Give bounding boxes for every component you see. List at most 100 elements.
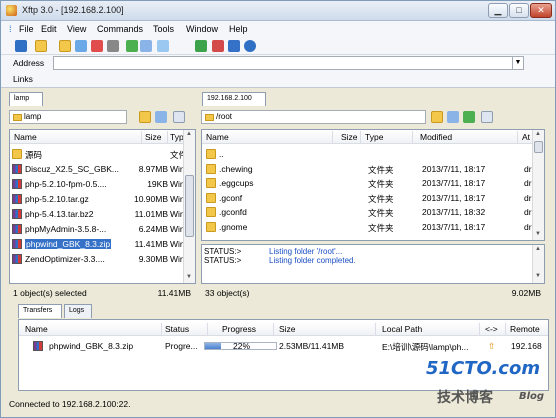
remote-sync-icon[interactable]: [463, 111, 475, 123]
check-icon[interactable]: [126, 40, 138, 52]
list-item[interactable]: 源码 文件: [12, 147, 187, 162]
menu-window[interactable]: Window: [186, 24, 218, 34]
view-icon[interactable]: [157, 40, 169, 52]
transfer-row[interactable]: phpwind_GBK_8.3.zip Progre... 22% 2.53MB…: [33, 339, 543, 354]
local-folder-up-icon[interactable]: [139, 111, 151, 123]
menu-tools[interactable]: Tools: [153, 24, 174, 34]
list-item[interactable]: php-5.2.10-fpm-0.5.... 19KB Win: [12, 177, 185, 192]
transfer-progress-label: 22%: [233, 341, 251, 351]
col-type[interactable]: Typ: [170, 132, 184, 142]
delete-icon[interactable]: [107, 40, 119, 52]
col-type[interactable]: Type: [365, 132, 383, 142]
menu-file[interactable]: File: [19, 24, 34, 34]
local-scrollbar[interactable]: ▲ ▼: [183, 130, 195, 283]
list-item[interactable]: .gconf 文件夹 2013/7/11, 18:17 dr: [206, 191, 532, 206]
col-progress[interactable]: Progress: [222, 324, 256, 334]
list-item[interactable]: Discuz_X2.5_SC_GBK... 8.97MB Win: [12, 162, 185, 177]
remote-path-text: /root: [216, 112, 233, 121]
address-bar: Address ▼: [1, 55, 555, 71]
col-name[interactable]: Name: [14, 132, 37, 142]
transfer-icon[interactable]: [195, 40, 207, 52]
stop-icon[interactable]: [91, 40, 103, 52]
transfer-list: Name Status Progress Size Local Path <->…: [18, 319, 549, 391]
col-name[interactable]: Name: [206, 132, 229, 142]
remote-list-header: Name Size Type Modified At: [202, 130, 532, 144]
list-item[interactable]: .gconfd 文件夹 2013/7/11, 18:32 dr: [206, 205, 532, 220]
local-view-menu-icon[interactable]: [173, 111, 185, 123]
minimize-button[interactable]: ▁: [488, 3, 508, 18]
list-item[interactable]: .eggcups 文件夹 2013/7/11, 18:17 dr: [206, 176, 532, 191]
col-local-path[interactable]: Local Path: [382, 324, 422, 334]
remote-folder-up-icon[interactable]: [431, 111, 443, 123]
menu-help[interactable]: Help: [229, 24, 248, 34]
address-input[interactable]: [53, 56, 513, 70]
zip-icon: [12, 254, 22, 264]
refresh-icon[interactable]: [75, 40, 87, 52]
sync-icon[interactable]: [228, 40, 240, 52]
col-size[interactable]: Size: [145, 132, 162, 142]
col-modified[interactable]: Modified: [420, 132, 452, 142]
watermark-blog: Blog: [519, 391, 545, 402]
col-size[interactable]: Size: [341, 132, 358, 142]
remote-scrollbar[interactable]: ▲ ▼: [532, 130, 544, 240]
file-size: 11.01MB: [134, 209, 168, 219]
menu-commands[interactable]: Commands: [97, 24, 143, 34]
local-path-text: lamp: [24, 112, 42, 121]
remote-file-list: Name Size Type Modified At .. .chewing 文件夹…: [201, 129, 545, 241]
list-item[interactable]: .chewing 文件夹 2013/7/11, 18:17 dr: [206, 162, 532, 177]
local-scroll-thumb[interactable]: [185, 175, 194, 237]
list-item[interactable]: ..: [206, 147, 532, 162]
col-size[interactable]: Size: [279, 324, 296, 334]
links-label: Links: [13, 74, 33, 84]
file-name: .gnome: [219, 221, 248, 232]
list-item[interactable]: phpwind_GBK_8.3.zip 11.41MB Win: [12, 237, 185, 252]
file-name: phpwind_GBK_8.3.zip: [25, 239, 112, 249]
folder-icon: [206, 192, 216, 203]
tab-remote[interactable]: 192.168.2.100: [202, 92, 266, 106]
menu-edit[interactable]: Edit: [41, 24, 57, 34]
remote-scroll-thumb[interactable]: [534, 141, 543, 153]
remote-refresh-icon[interactable]: [447, 111, 459, 123]
help-icon[interactable]: [244, 40, 256, 52]
list-item[interactable]: php-5.4.13.tar.bz2 11.01MB Win: [12, 207, 185, 222]
file-modified: 2013/7/11, 18:17: [422, 221, 486, 232]
remote-view-menu-icon[interactable]: [481, 111, 493, 123]
folder-icon: [13, 114, 22, 121]
col-status[interactable]: Status: [165, 324, 189, 334]
log-scrollbar[interactable]: ▲ ▼: [532, 245, 544, 283]
list-item[interactable]: phpMyAdmin-3.5.8-... 6.24MB Win: [12, 222, 185, 237]
col-name[interactable]: Name: [25, 324, 48, 334]
col-direction[interactable]: <->: [485, 324, 498, 334]
open-folder-icon[interactable]: [35, 40, 47, 52]
file-type: 文件夹: [368, 222, 394, 233]
folder-up-icon[interactable]: [59, 40, 71, 52]
maximize-button[interactable]: □: [509, 3, 529, 18]
tab-local[interactable]: lamp: [9, 92, 43, 106]
transfer-remote: 192.168: [511, 341, 542, 351]
file-name: ..: [219, 149, 224, 159]
zip-icon: [12, 179, 22, 189]
xshell-icon[interactable]: [212, 40, 224, 52]
tab-transfers[interactable]: Transfers: [18, 304, 62, 318]
file-name: 源码: [25, 150, 43, 160]
tab-logs[interactable]: Logs: [64, 304, 92, 318]
local-path-field[interactable]: lamp: [9, 110, 127, 124]
col-attributes[interactable]: At: [522, 132, 530, 142]
new-session-icon[interactable]: [15, 40, 27, 52]
address-label: Address: [13, 58, 45, 68]
zip-icon: [12, 224, 22, 234]
file-size: 6.24MB: [138, 224, 168, 234]
remote-path-field[interactable]: /root: [201, 110, 426, 124]
list-item[interactable]: .gnome 文件夹 2013/7/11, 18:17 dr: [206, 220, 532, 235]
properties-icon[interactable]: [140, 40, 152, 52]
col-remote[interactable]: Remote: [510, 324, 540, 334]
close-button[interactable]: ✕: [530, 3, 552, 18]
menu-view[interactable]: View: [67, 24, 86, 34]
list-item[interactable]: php-5.2.10.tar.gz 10.90MB Win: [12, 192, 185, 207]
transfer-status: Progre...: [165, 341, 198, 351]
local-refresh-icon[interactable]: [155, 111, 167, 123]
address-dropdown-icon[interactable]: ▼: [512, 56, 524, 70]
menu-grip-icon: ⁞: [9, 24, 12, 34]
list-item[interactable]: ZendOptimizer-3.3.... 9.30MB Win: [12, 252, 185, 267]
transfer-filename: phpwind_GBK_8.3.zip: [49, 341, 134, 351]
